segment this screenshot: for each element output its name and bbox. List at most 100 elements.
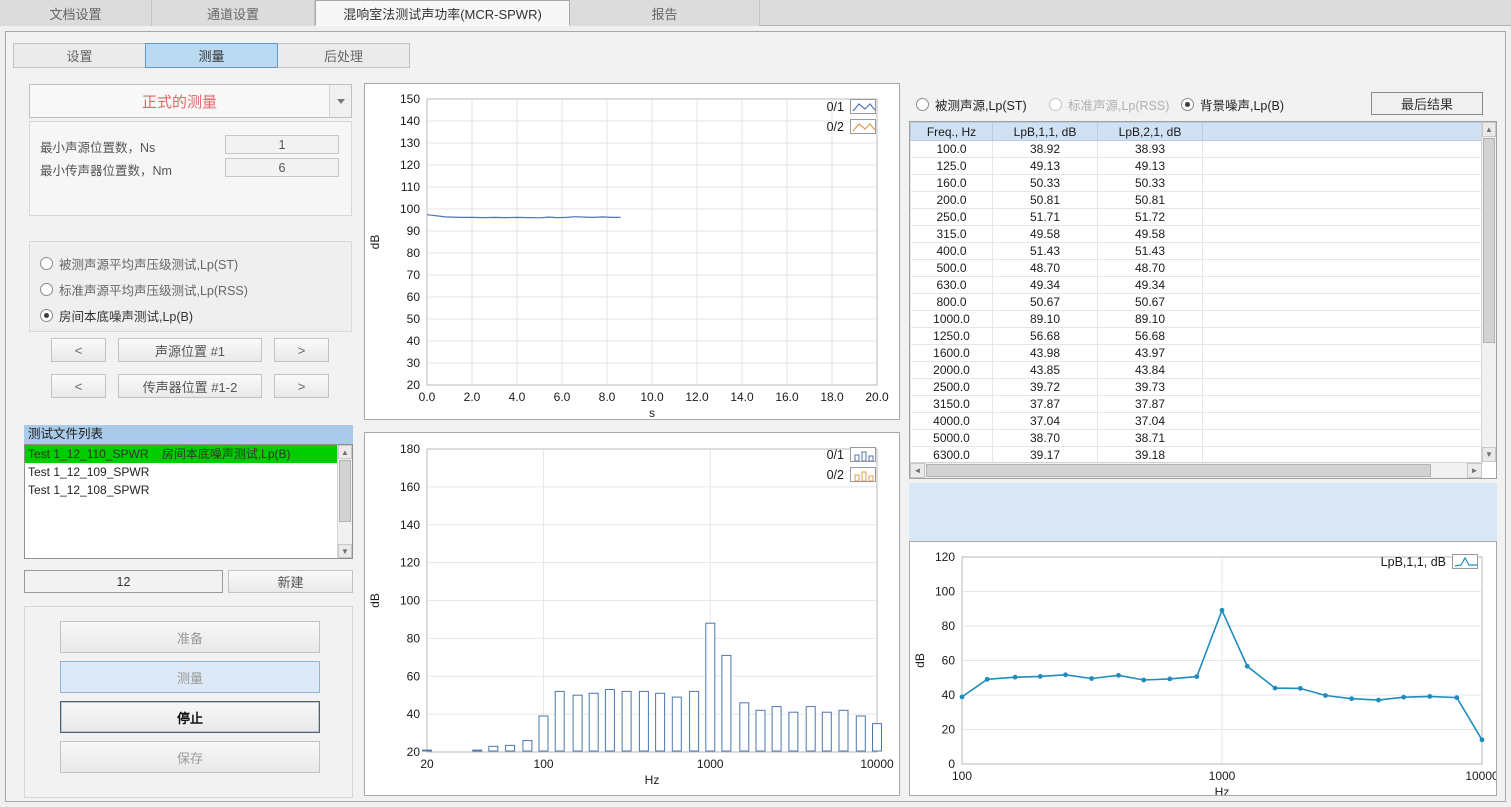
source-position-button[interactable]: 声源位置 #1: [118, 338, 262, 362]
mic-next-button[interactable]: >: [274, 374, 329, 398]
scrollbar-right-button[interactable]: ►: [1467, 463, 1482, 478]
table-cell: 1000.0: [911, 311, 993, 328]
table-cell-empty: [1203, 447, 1483, 464]
scrollbar-down-button[interactable]: ▼: [338, 544, 352, 558]
result-radio-lp-b-circle[interactable]: [1181, 98, 1194, 111]
measurement-mode-dropdown[interactable]: 正式的测量: [29, 84, 352, 118]
table-cell: 5000.0: [911, 430, 993, 447]
radio-lp-b-test-circle[interactable]: [40, 309, 53, 322]
mic-position-button[interactable]: 传声器位置 #1-2: [118, 374, 262, 398]
table-column-header-empty: [1203, 123, 1483, 141]
table-row[interactable]: 400.051.4351.43: [911, 243, 1483, 260]
legend-label: 0/2: [827, 120, 844, 134]
table-column-header[interactable]: LpB,2,1, dB: [1098, 123, 1203, 141]
svg-text:18.0: 18.0: [820, 390, 844, 404]
ns-label: 最小声源位置数，Ns: [40, 137, 155, 156]
legend-item: 0/2: [827, 119, 876, 134]
table-cell: 37.04: [993, 413, 1098, 430]
table-row[interactable]: 160.050.3350.33: [911, 175, 1483, 192]
tab-mcr-spwr[interactable]: 混响室法测试声功率(MCR-SPWR): [315, 0, 570, 26]
stop-button[interactable]: 停止: [60, 701, 320, 733]
radio-lp-b-test-label: 房间本底噪声测试,Lp(B): [59, 306, 193, 325]
new-file-button[interactable]: 新建: [228, 570, 353, 593]
scrollbar-down-button[interactable]: ▼: [1482, 447, 1496, 462]
table-cell-empty: [1203, 311, 1483, 328]
table-row[interactable]: 125.049.1349.13: [911, 158, 1483, 175]
table-row[interactable]: 1250.056.6856.68: [911, 328, 1483, 345]
table-cell: 49.58: [993, 226, 1098, 243]
subtab-measure[interactable]: 测量: [145, 43, 278, 68]
scrollbar-thumb[interactable]: [339, 460, 351, 522]
result-radio-lp-b[interactable]: 背景噪声,Lp(B): [1181, 95, 1284, 114]
table-horizontal-scrollbar[interactable]: ◄ ►: [910, 462, 1482, 478]
file-number-field[interactable]: 12: [24, 570, 223, 593]
tab-report[interactable]: 报告: [570, 0, 760, 26]
scrollbar-up-button[interactable]: ▲: [1482, 122, 1496, 137]
table-column-header[interactable]: Freq., Hz: [911, 123, 993, 141]
result-radio-lp-st[interactable]: 被测声源,Lp(ST): [916, 95, 1027, 114]
file-list-item[interactable]: Test 1_12_108_SPWR: [25, 481, 352, 499]
table-row[interactable]: 1600.043.9843.97: [911, 345, 1483, 362]
source-prev-button[interactable]: <: [51, 338, 106, 362]
scrollbar-up-button[interactable]: ▲: [338, 445, 352, 459]
table-row[interactable]: 200.050.8150.81: [911, 192, 1483, 209]
subtab-postprocess[interactable]: 后处理: [277, 43, 410, 68]
save-button[interactable]: 保存: [60, 741, 320, 773]
subtab-settings[interactable]: 设置: [13, 43, 146, 68]
svg-text:40: 40: [407, 707, 421, 721]
table-row[interactable]: 630.049.3449.34: [911, 277, 1483, 294]
table-row[interactable]: 315.049.5849.58: [911, 226, 1483, 243]
result-radio-lp-rss-circle[interactable]: [1049, 98, 1062, 111]
radio-lp-rss-test[interactable]: 标准声源平均声压级测试,Lp(RSS): [40, 280, 248, 299]
table-vertical-scrollbar[interactable]: ▲ ▼: [1481, 122, 1496, 462]
svg-text:8.0: 8.0: [599, 390, 616, 404]
result-radio-lp-rss[interactable]: 标准声源,Lp(RSS): [1049, 95, 1169, 114]
table-row[interactable]: 5000.038.7038.71: [911, 430, 1483, 447]
table-row[interactable]: 800.050.6750.67: [911, 294, 1483, 311]
radio-lp-rss-test-circle[interactable]: [40, 283, 53, 296]
last-result-button[interactable]: 最后结果: [1371, 92, 1483, 115]
table-cell: 50.33: [1098, 175, 1203, 192]
svg-text:60: 60: [407, 669, 421, 683]
scrollbar-left-button[interactable]: ◄: [910, 463, 925, 478]
scrollbar-thumb[interactable]: [1483, 138, 1495, 343]
dropdown-open-button[interactable]: [329, 85, 351, 117]
app-window: 文档设置通道设置混响室法测试声功率(MCR-SPWR)报告 设置测量后处理 正式…: [0, 0, 1511, 807]
result-radio-lp-st-circle[interactable]: [916, 98, 929, 111]
prepare-button[interactable]: 准备: [60, 621, 320, 653]
svg-text:Hz: Hz: [645, 773, 660, 787]
mic-prev-button[interactable]: <: [51, 374, 106, 398]
table-cell: 2500.0: [911, 379, 993, 396]
source-next-button[interactable]: >: [274, 338, 329, 362]
table-row[interactable]: 6300.039.1739.18: [911, 447, 1483, 464]
table-row[interactable]: 1000.089.1089.10: [911, 311, 1483, 328]
scrollbar-thumb[interactable]: [926, 464, 1431, 477]
table-cell: 200.0: [911, 192, 993, 209]
radio-lp-st-test[interactable]: 被测声源平均声压级测试,Lp(ST): [40, 254, 238, 273]
table-row[interactable]: 500.048.7048.70: [911, 260, 1483, 277]
legend-item: 0/1: [827, 99, 876, 114]
table-row[interactable]: 2000.043.8543.84: [911, 362, 1483, 379]
tab-document-settings[interactable]: 文档设置: [0, 0, 152, 26]
test-type-group: 被测声源平均声压级测试,Lp(ST) 标准声源平均声压级测试,Lp(RSS) 房间本…: [29, 241, 352, 332]
radio-lp-b-test[interactable]: 房间本底噪声测试,Lp(B): [40, 306, 193, 325]
table-row[interactable]: 3150.037.8737.87: [911, 396, 1483, 413]
svg-text:2.0: 2.0: [464, 390, 481, 404]
file-list-item[interactable]: Test 1_12_110_SPWR 房间本底噪声测试,Lp(B): [25, 445, 352, 463]
table-cell: 38.71: [1098, 430, 1203, 447]
table-row[interactable]: 250.051.7151.72: [911, 209, 1483, 226]
svg-text:16.0: 16.0: [775, 390, 799, 404]
radio-lp-st-test-circle[interactable]: [40, 257, 53, 270]
table-column-header[interactable]: LpB,1,1, dB: [993, 123, 1098, 141]
file-list-scrollbar[interactable]: ▲ ▼: [337, 445, 352, 558]
ns-input[interactable]: 1: [225, 135, 339, 154]
table-row[interactable]: 4000.037.0437.04: [911, 413, 1483, 430]
svg-text:4.0: 4.0: [509, 390, 526, 404]
measure-button[interactable]: 测量: [60, 661, 320, 693]
table-row[interactable]: 100.038.9238.93: [911, 141, 1483, 158]
nm-label: 最小传声器位置数，Nm: [40, 160, 172, 179]
tab-channel-settings[interactable]: 通道设置: [152, 0, 315, 26]
file-list-item[interactable]: Test 1_12_109_SPWR: [25, 463, 352, 481]
table-row[interactable]: 2500.039.7239.73: [911, 379, 1483, 396]
nm-input[interactable]: 6: [225, 158, 339, 177]
